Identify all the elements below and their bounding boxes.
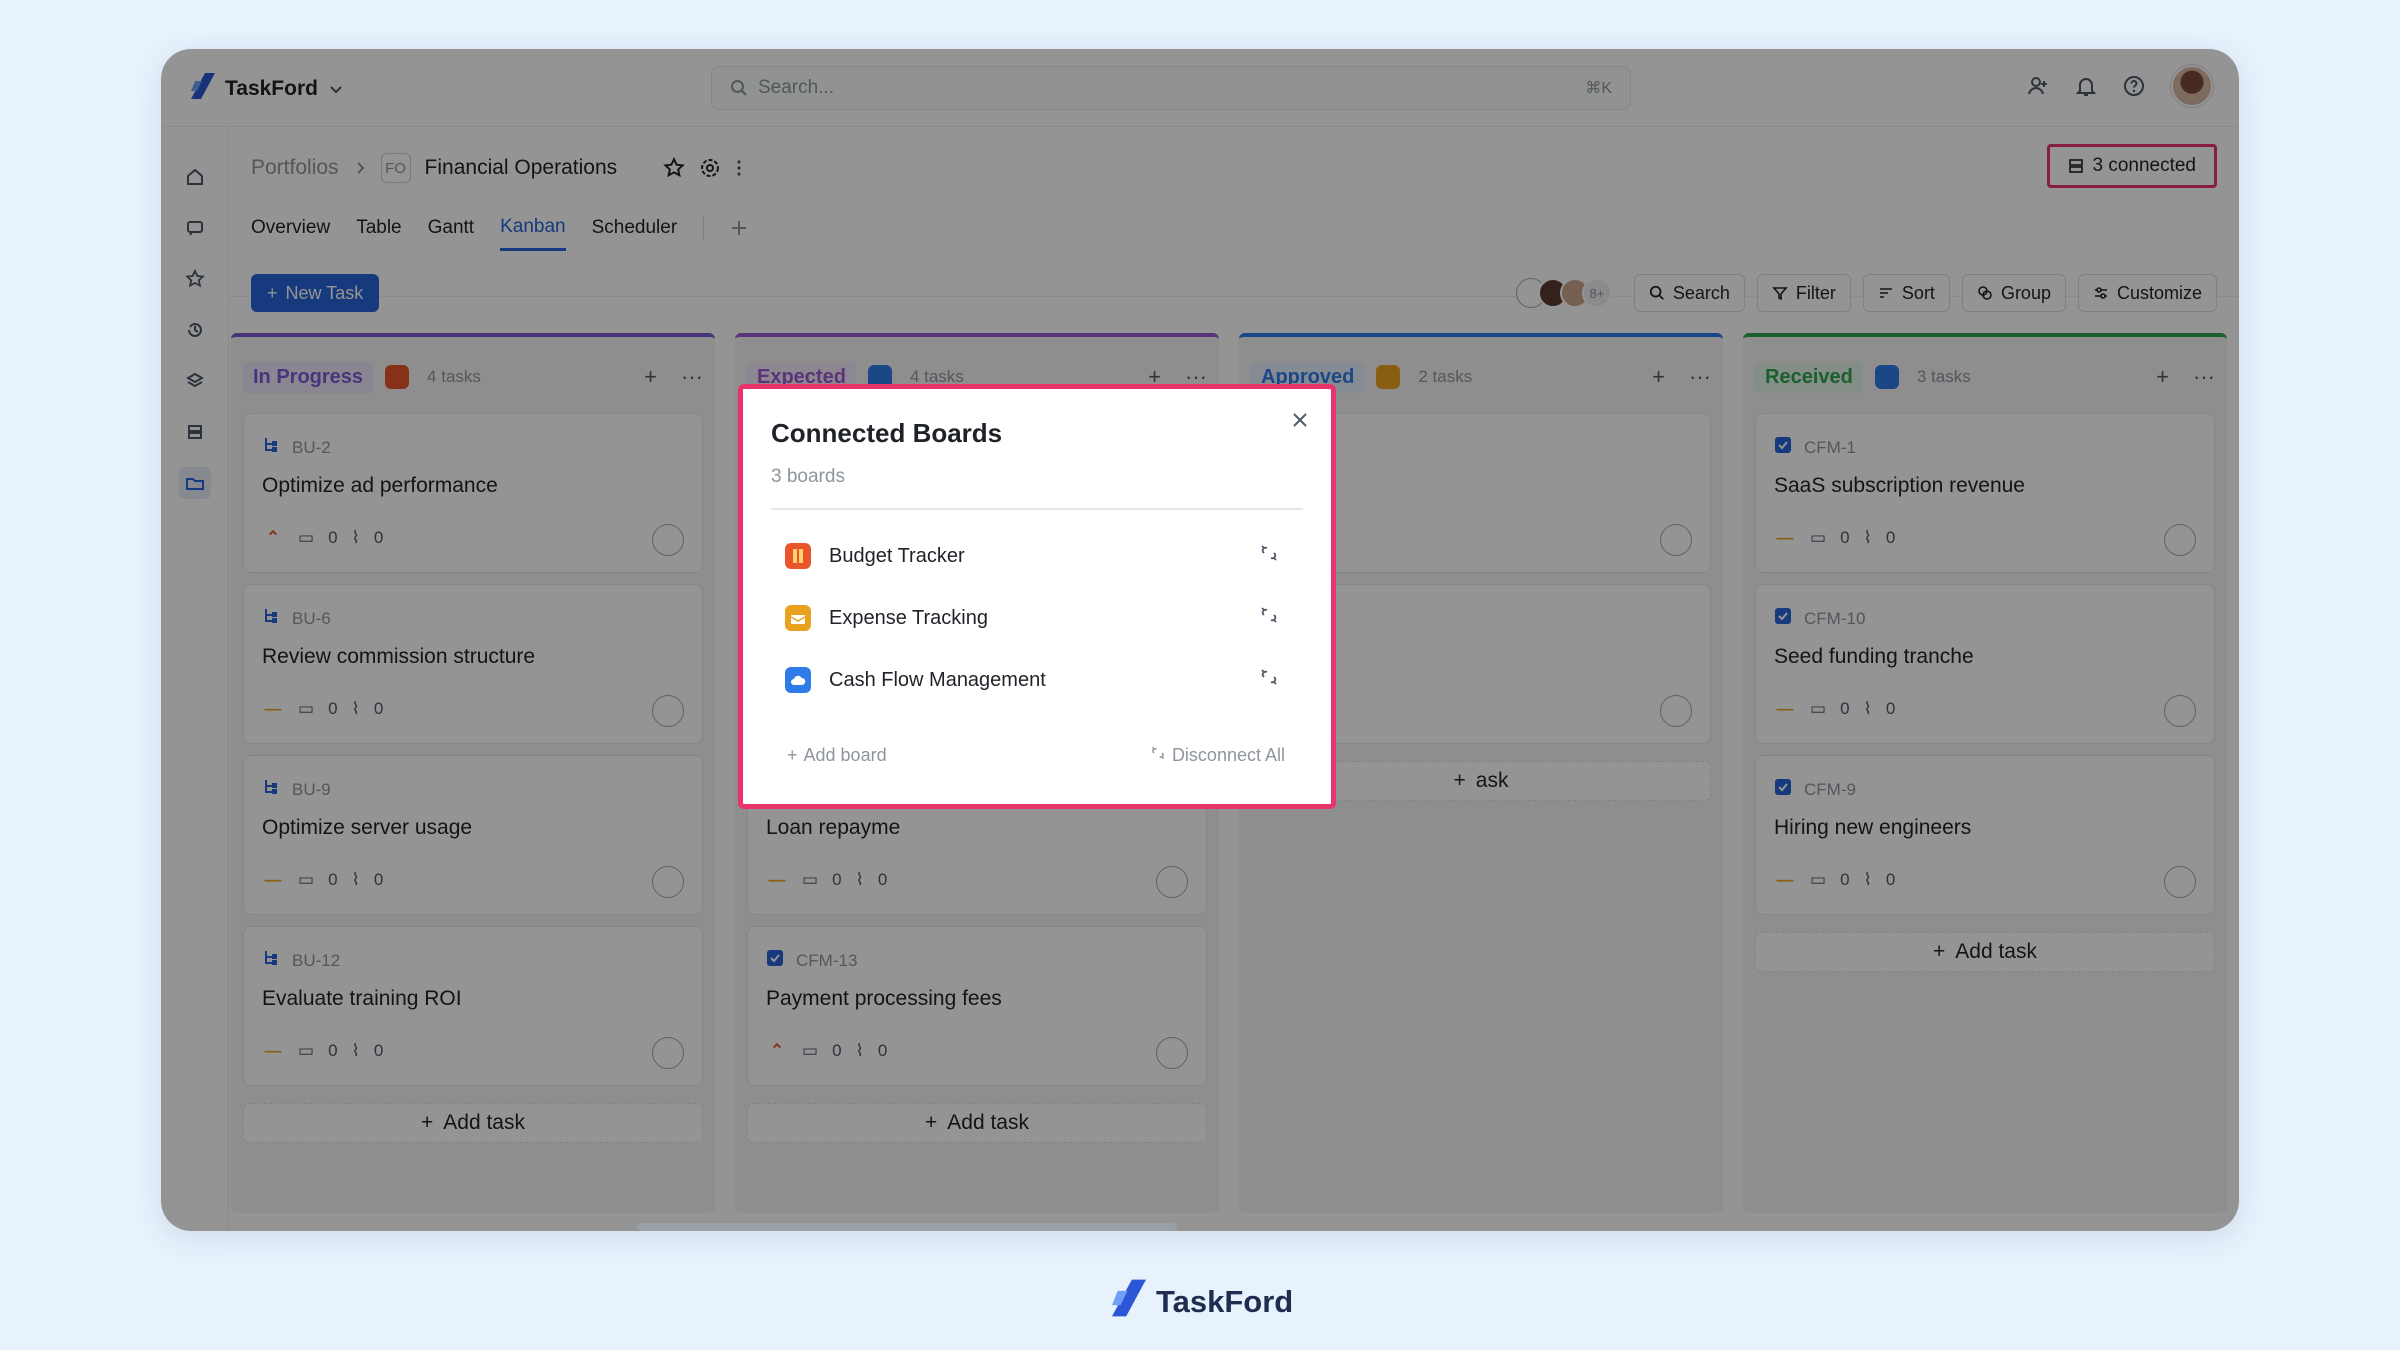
modal-subtitle: 3 boards (771, 466, 845, 487)
modal-title: Connected Boards (771, 418, 1003, 448)
board-name: Cash Flow Management (829, 668, 1046, 691)
board-name: Budget Tracker (829, 544, 965, 567)
plus-icon: + (787, 745, 798, 765)
unlink-icon[interactable] (1259, 667, 1279, 693)
disconnect-all-button[interactable]: Disconnect All (1150, 745, 1285, 766)
board-name: Expense Tracking (829, 606, 988, 629)
board-row[interactable]: Cash Flow Management (785, 660, 1279, 700)
footer-brand: TaskFord (1112, 1279, 1293, 1325)
footer-brand-name: TaskFord (1156, 1284, 1294, 1319)
close-icon[interactable] (1291, 411, 1309, 434)
disconnect-all-label: Disconnect All (1171, 745, 1285, 765)
expense-tracking-icon (785, 605, 811, 631)
modal-footer: + Add board Disconnect All (787, 745, 1285, 766)
unlink-icon[interactable] (1259, 543, 1279, 569)
horizontal-scrollbar[interactable] (637, 1223, 1177, 1231)
add-board-label: Add board (803, 745, 887, 765)
add-board-button[interactable]: + Add board (787, 745, 887, 766)
modal-divider (771, 508, 1303, 510)
board-row[interactable]: Budget Tracker (785, 536, 1279, 576)
board-row[interactable]: Expense Tracking (785, 598, 1279, 638)
budget-tracker-icon (785, 543, 811, 569)
taskford-logo-icon (1112, 1279, 1146, 1325)
cash-flow-cloud-icon (785, 667, 811, 693)
unlink-icon (1150, 745, 1166, 766)
connected-boards-modal: Connected Boards 3 boards Budget Tracker… (738, 384, 1336, 809)
unlink-icon[interactable] (1259, 605, 1279, 631)
